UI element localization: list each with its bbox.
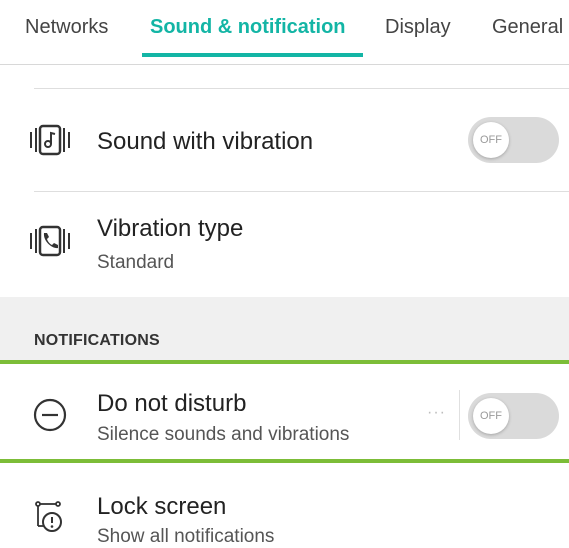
tab-networks[interactable]: Networks xyxy=(25,16,108,39)
sound-with-vibration-toggle[interactable]: OFF xyxy=(468,117,559,163)
notifications-section-title: NOTIFICATIONS xyxy=(34,332,160,349)
toggle-knob: OFF xyxy=(473,398,509,434)
lock-notification-icon xyxy=(35,501,62,532)
tab-general[interactable]: General xyxy=(492,16,563,39)
vibration-type-label: Vibration type xyxy=(97,215,244,242)
vibrate-music-icon xyxy=(30,124,70,156)
do-not-disturb-toggle[interactable]: OFF xyxy=(468,393,559,439)
tab-sound-notification[interactable]: Sound & notification xyxy=(150,16,346,39)
vibrate-phone-icon xyxy=(30,225,70,257)
minus-circle-icon xyxy=(33,398,67,432)
sound-with-vibration-label: Sound with vibration xyxy=(97,128,314,155)
active-tab-indicator xyxy=(142,53,363,57)
lock-screen-label: Lock screen xyxy=(97,493,227,520)
do-not-disturb-description: Silence sounds and vibrations xyxy=(97,424,350,445)
highlight-border-bottom xyxy=(0,459,569,463)
do-not-disturb-label: Do not disturb xyxy=(97,390,247,417)
toggle-knob: OFF xyxy=(473,122,509,158)
vibration-type-value: Standard xyxy=(97,252,175,273)
vertical-separator xyxy=(459,390,460,440)
tab-bar: Networks Sound & notification Display Ge… xyxy=(0,0,569,65)
highlight-border-top xyxy=(0,360,569,364)
divider xyxy=(34,191,569,192)
more-options-icon[interactable]: ··· xyxy=(427,404,446,422)
divider xyxy=(34,88,569,89)
section-header xyxy=(0,297,569,363)
tab-display[interactable]: Display xyxy=(385,16,451,39)
